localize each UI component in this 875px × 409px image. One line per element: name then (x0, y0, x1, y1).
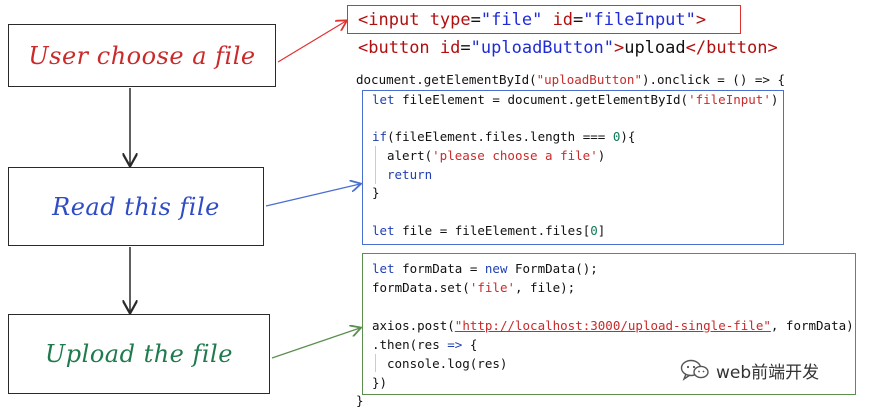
connector-to-html (277, 21, 346, 63)
html-button-line: <button id="uploadButton">upload</button… (358, 38, 778, 58)
upload-flow-diagram: User choose a file Read this file Upload… (0, 0, 875, 409)
watermark: web前端开发 (680, 358, 820, 383)
code-line-onclick-close: } (356, 393, 364, 408)
wechat-icon (680, 359, 709, 381)
code-line-onclick: document.getElementById("uploadButton").… (356, 72, 785, 87)
watermark-label: web前端开发 (716, 362, 820, 383)
indent-guide (375, 354, 376, 372)
code-line-console-log: console.log(res) (387, 356, 508, 371)
code-line-let-file: let file = fileElement.files[0] (372, 223, 606, 238)
step-choose-file-label: User choose a file (28, 41, 256, 70)
code-line-then: .then(res => { (372, 337, 478, 352)
code-line-formdata-new: let formData = new FormData(); (372, 261, 598, 276)
indent-guide (375, 146, 376, 184)
html-input-line: <input type="file" id="fileInput"> (358, 10, 707, 30)
step-upload-file-label: Upload the file (45, 340, 233, 368)
code-line-get-element: let fileElement = document.getElementByI… (372, 92, 779, 107)
step-read-file: Read this file (8, 167, 264, 246)
step-read-file-label: Read this file (52, 192, 220, 221)
connector-to-upload-code (271, 328, 360, 359)
step-choose-file: User choose a file (8, 24, 276, 87)
code-line-formdata-set: formData.set('file', file); (372, 280, 576, 295)
code-line-then-close: }) (372, 375, 388, 390)
step-upload-file: Upload the file (8, 314, 270, 394)
code-line-if-check: if(fileElement.files.length === 0){ (372, 129, 636, 144)
code-line-axios-post: axios.post("http://localhost:3000/upload… (372, 318, 854, 333)
connector-to-read-code (265, 184, 360, 207)
code-line-if-close: } (372, 185, 380, 200)
code-line-return: return (387, 167, 433, 182)
code-line-alert: alert('please choose a file') (387, 148, 606, 163)
